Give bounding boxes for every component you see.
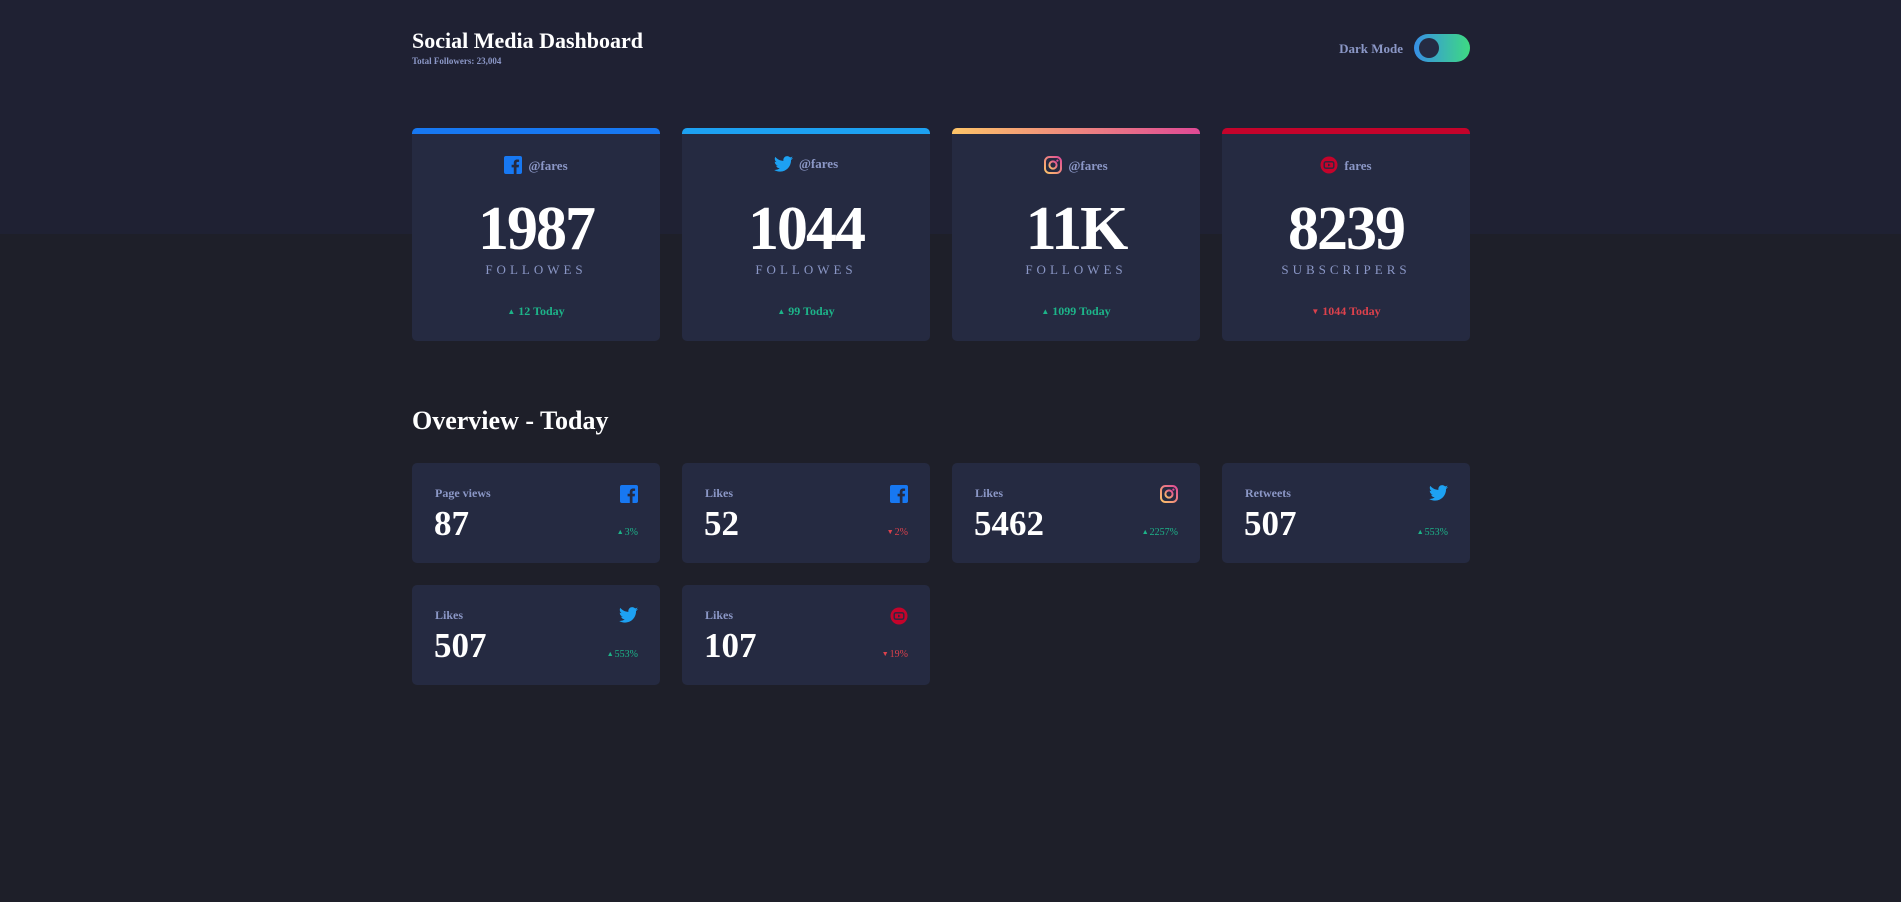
overview-value: 107 — [704, 626, 757, 665]
card-handle-text: @fares — [528, 158, 568, 173]
card-today-text: 1099 Today — [1052, 304, 1111, 318]
overview-card[interactable]: Likes 5462 ▲2257% — [952, 463, 1200, 563]
card-handle: fares — [1222, 156, 1470, 178]
card-today: ▲ 12 Today — [412, 304, 660, 319]
follower-card-instagram[interactable]: @fares 11K FOLLOWES ▲ 1099 Today — [952, 128, 1200, 341]
card-accent-bar — [412, 128, 660, 134]
trend-up-icon: ▲ — [1141, 528, 1149, 536]
overview-label: Page views — [435, 486, 491, 500]
trend-down-icon: ▼ — [886, 528, 894, 536]
overview-label: Likes — [705, 486, 734, 500]
overview-value: 507 — [434, 626, 487, 665]
follower-card-youtube[interactable]: fares 8239 SUBSCRIPERS ▼ 1044 Today — [1222, 128, 1470, 341]
trend-up-icon: ▲ — [1041, 307, 1050, 316]
card-accent-bar — [952, 128, 1200, 134]
youtube-icon — [890, 607, 908, 630]
overview-percent: ▲553% — [1417, 527, 1448, 538]
card-unit: FOLLOWES — [755, 262, 857, 277]
card-count: 1987 — [478, 195, 596, 263]
card-accent-bar — [1222, 128, 1470, 134]
overview-label: Likes — [975, 486, 1004, 500]
overview-card[interactable]: Retweets 507 ▲553% — [1222, 463, 1470, 563]
trend-up-icon: ▲ — [606, 650, 614, 658]
card-unit: FOLLOWES — [485, 262, 587, 277]
card-today: ▲ 1099 Today — [952, 304, 1200, 319]
card-handle-text: @fares — [1068, 158, 1108, 173]
overview-percent-text: 2257% — [1149, 527, 1178, 538]
overview-label: Retweets — [1245, 486, 1291, 500]
overview-card[interactable]: Likes 507 ▲553% — [412, 585, 660, 685]
trend-up-icon: ▲ — [777, 307, 786, 316]
overview-value: 87 — [434, 504, 469, 543]
overview-percent-text: 553% — [1424, 527, 1448, 538]
trend-down-icon: ▼ — [1311, 307, 1320, 316]
card-today-text: 1044 Today — [1322, 304, 1381, 318]
overview-percent-text: 2% — [894, 527, 908, 538]
overview-percent: ▲2257% — [1142, 527, 1178, 538]
follower-card-facebook[interactable]: @fares 1987 FOLLOWES ▲ 12 Today — [412, 128, 660, 341]
card-accent-bar — [682, 128, 930, 134]
card-count: 11K — [1025, 195, 1129, 263]
card-today-text: 99 Today — [788, 304, 835, 318]
twitter-icon — [773, 156, 793, 176]
trend-up-icon: ▲ — [1416, 528, 1424, 536]
overview-percent-text: 3% — [624, 527, 638, 538]
overview-percent: ▲553% — [607, 649, 638, 660]
card-handle-text: fares — [1344, 158, 1372, 173]
card-handle-text: @fares — [798, 156, 839, 171]
instagram-icon — [1160, 485, 1178, 508]
overview-label: Likes — [705, 608, 734, 622]
overview-value: 52 — [704, 504, 739, 543]
follower-cards: @fares 1987 FOLLOWES ▲ 12 Today @fares 10… — [412, 128, 1470, 341]
overview-card[interactable]: Page views 87 ▲3% — [412, 463, 660, 563]
facebook-icon — [620, 485, 638, 508]
card-handle: @fares — [952, 156, 1200, 178]
dark-mode-toggle[interactable] — [1414, 34, 1470, 62]
card-handle: @fares — [682, 156, 930, 176]
card-today: ▲ 99 Today — [682, 304, 930, 319]
overview-value: 5462 — [974, 504, 1044, 543]
card-handle: @fares — [412, 156, 660, 178]
toggle-knob — [1419, 38, 1439, 58]
instagram-icon — [1044, 156, 1063, 178]
dark-mode-label: Dark Mode — [1339, 41, 1403, 56]
overview-value: 507 — [1244, 504, 1297, 543]
overview-title: Overview - Today — [412, 406, 609, 435]
facebook-icon — [890, 485, 908, 508]
card-today-text: 12 Today — [518, 304, 565, 318]
card-count: 8239 — [1288, 195, 1406, 263]
overview-percent-text: 553% — [614, 649, 638, 660]
youtube-icon — [1320, 156, 1338, 178]
follower-card-twitter[interactable]: @fares 1044 FOLLOWES ▲ 99 Today — [682, 128, 930, 341]
card-unit: SUBSCRIPERS — [1281, 262, 1411, 277]
twitter-icon — [619, 607, 638, 628]
card-today: ▼ 1044 Today — [1222, 304, 1470, 319]
trend-down-icon: ▼ — [881, 650, 889, 658]
card-unit: FOLLOWES — [1025, 262, 1127, 277]
trend-up-icon: ▲ — [507, 307, 516, 316]
overview-percent: ▼19% — [882, 649, 908, 660]
overview-card[interactable]: Likes 52 ▼2% — [682, 463, 930, 563]
facebook-icon — [504, 156, 523, 178]
overview-percent: ▲3% — [617, 527, 638, 538]
card-count: 1044 — [748, 195, 866, 263]
twitter-icon — [1429, 485, 1448, 506]
overview-label: Likes — [435, 608, 464, 622]
header: Social Media Dashboard Total Followers: … — [412, 28, 1470, 78]
trend-up-icon: ▲ — [616, 528, 624, 536]
overview-percent: ▼2% — [887, 527, 908, 538]
overview-percent-text: 19% — [889, 649, 908, 660]
page-title: Social Media Dashboard — [412, 28, 644, 53]
overview-card[interactable]: Likes 107 ▼19% — [682, 585, 930, 685]
total-followers: Total Followers: 23,004 — [412, 56, 502, 66]
